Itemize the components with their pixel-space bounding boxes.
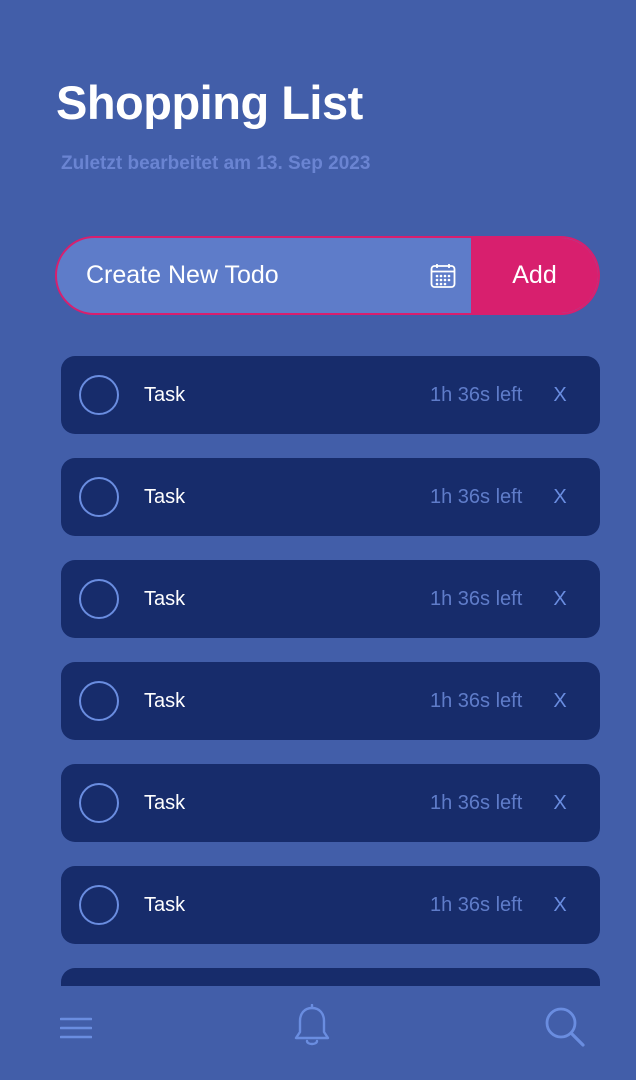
todo-item: Task 1h 36s left X	[61, 458, 600, 536]
delete-button[interactable]: X	[547, 560, 573, 638]
search-button[interactable]	[540, 1002, 590, 1052]
time-left: 1h 36s left	[430, 486, 523, 508]
delete-button[interactable]: X	[547, 662, 573, 740]
complete-checkbox[interactable]	[79, 375, 119, 415]
add-button[interactable]: Add	[471, 238, 598, 313]
todo-label: Task	[144, 792, 186, 814]
delete-button[interactable]: X	[547, 866, 573, 944]
todo-label: Task	[144, 486, 186, 508]
todo-item: Task 1h 36s left X	[61, 866, 600, 944]
search-icon	[545, 1007, 585, 1047]
complete-checkbox[interactable]	[79, 579, 119, 619]
bottom-nav	[0, 986, 636, 1080]
delete-button[interactable]: X	[547, 458, 573, 536]
todo-label: Task	[144, 588, 186, 610]
new-todo-input[interactable]	[57, 238, 415, 313]
complete-checkbox[interactable]	[79, 477, 119, 517]
todo-label: Task	[144, 894, 186, 916]
complete-checkbox[interactable]	[79, 885, 119, 925]
todo-label: Task	[144, 384, 186, 406]
complete-checkbox[interactable]	[79, 783, 119, 823]
delete-button[interactable]: X	[547, 356, 573, 434]
calendar-icon	[430, 263, 456, 288]
todo-list: Task 1h 36s left X Task 1h 36s left X Ta…	[61, 356, 600, 986]
notifications-button[interactable]	[290, 1002, 334, 1050]
todo-label: Task	[144, 690, 186, 712]
last-edited-subtitle: Zuletzt bearbeitet am 13. Sep 2023	[61, 153, 371, 174]
todo-item: Task 1h 36s left X	[61, 560, 600, 638]
bell-icon	[294, 1004, 330, 1046]
time-left: 1h 36s left	[430, 384, 523, 406]
time-left: 1h 36s left	[430, 894, 523, 916]
delete-button[interactable]: X	[547, 764, 573, 842]
time-left: 1h 36s left	[430, 792, 523, 814]
todo-item: Task 1h 36s left X	[61, 662, 600, 740]
menu-icon	[60, 1017, 92, 1039]
todo-item	[61, 968, 600, 986]
create-todo-bar: Add	[55, 236, 600, 315]
complete-checkbox[interactable]	[79, 681, 119, 721]
menu-button[interactable]	[56, 1008, 96, 1048]
date-picker-button[interactable]	[415, 238, 471, 313]
page-title: Shopping List	[56, 76, 363, 129]
time-left: 1h 36s left	[430, 690, 523, 712]
time-left: 1h 36s left	[430, 588, 523, 610]
todo-item: Task 1h 36s left X	[61, 356, 600, 434]
todo-item: Task 1h 36s left X	[61, 764, 600, 842]
